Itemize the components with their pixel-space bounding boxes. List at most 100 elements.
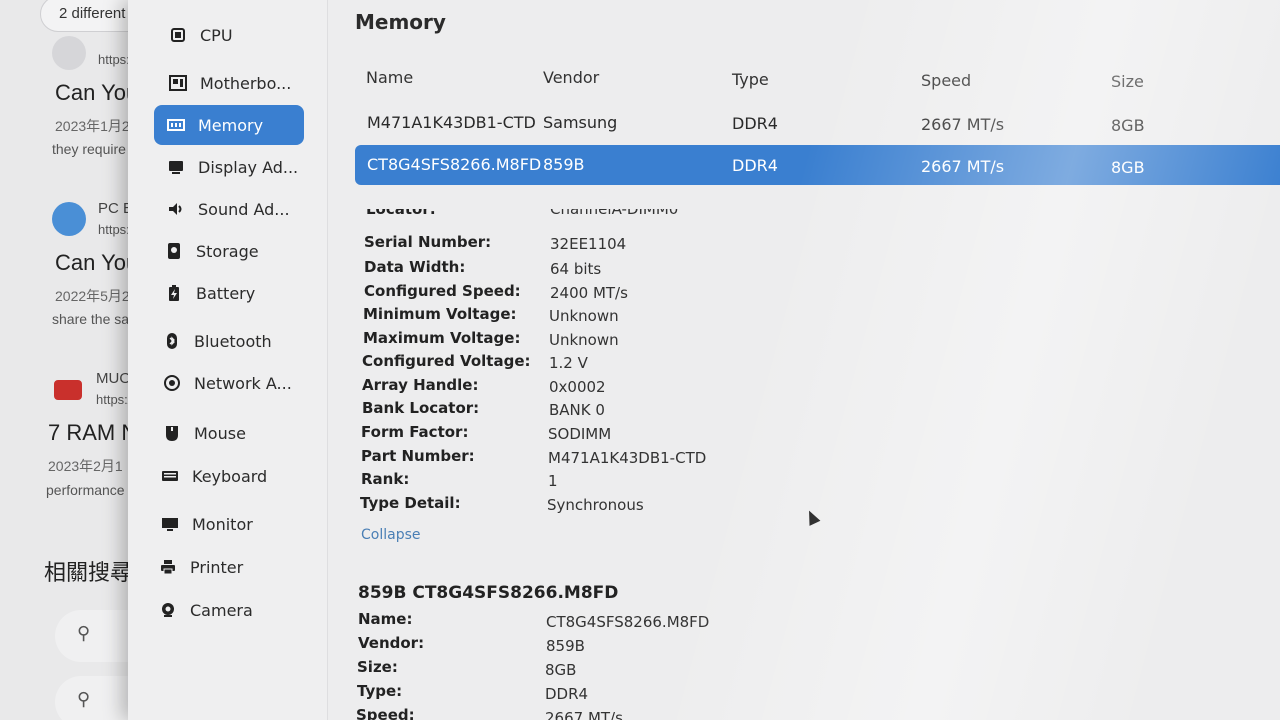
detail-value: 2667 MT/s: [545, 709, 623, 720]
sidebar-item-cpu[interactable]: CPU: [156, 15, 306, 55]
search-icon: ⚲: [77, 689, 91, 709]
detail-label: Maximum Voltage:: [363, 329, 521, 347]
speaker-icon: [166, 199, 186, 219]
detail-label: Bank Locator:: [362, 399, 480, 417]
sidebar-item-memory[interactable]: Memory: [154, 105, 304, 145]
detail-value: 1.2 V: [549, 354, 588, 372]
detail-label: Type Detail:: [360, 494, 461, 512]
cell-vendor: 859B: [543, 155, 585, 174]
sidebar-item-display-adapter[interactable]: Display Ad...: [154, 147, 304, 187]
result-title[interactable]: 7 RAM N: [48, 420, 137, 446]
detail-value: M471A1K43DB1-CTD: [548, 449, 707, 467]
sidebar: CPU Motherbo... Memory Display Ad... Sou…: [128, 0, 328, 720]
detail-label: Part Number:: [361, 447, 475, 465]
cell-name: M471A1K43DB1-CTD: [367, 113, 536, 132]
detail-value: 8GB: [545, 661, 577, 679]
sidebar-item-network-adapter[interactable]: Network A...: [150, 363, 300, 403]
sidebar-item-motherboard[interactable]: Motherbo...: [156, 63, 306, 103]
result-url[interactable]: https:/: [96, 392, 131, 407]
result-snippet: performance: [46, 482, 125, 498]
column-header-name[interactable]: Name: [366, 68, 413, 87]
cell-name: CT8G4SFS8266.M8FD: [367, 155, 542, 174]
table-row[interactable]: M471A1K43DB1-CTD Samsung DDR4 2667 MT/s …: [355, 103, 1280, 143]
collapse-link[interactable]: Collapse: [361, 527, 421, 543]
detail-value: Unknown: [549, 307, 619, 325]
column-header-type[interactable]: Type: [732, 70, 769, 89]
muo-logo-icon: [54, 380, 82, 400]
sidebar-item-label: Printer: [190, 557, 244, 577]
detail-value: 64 bits: [550, 260, 602, 278]
result-date: 2023年2月1: [48, 458, 123, 474]
sidebar-item-label: Bluetooth: [194, 331, 272, 351]
result-title[interactable]: Can You: [55, 250, 138, 276]
cell-type: DDR4: [732, 156, 778, 175]
detail-label: Locator:: [366, 209, 436, 218]
storage-icon: [164, 241, 184, 261]
detail-label: Configured Voltage:: [362, 352, 531, 370]
detail-row-locator: Locator: ChannelA-DIMM0: [366, 209, 766, 219]
cpu-icon: [168, 25, 188, 45]
detail-label: Size:: [357, 658, 398, 676]
detail-label: Speed:: [356, 706, 415, 720]
detail-label: Form Factor:: [361, 423, 469, 441]
detail-label: Minimum Voltage:: [363, 305, 517, 323]
bluetooth-icon: [162, 331, 182, 351]
result-date: 2022年5月2: [55, 288, 130, 304]
column-header-size[interactable]: Size: [1111, 72, 1144, 91]
cell-speed: 2667 MT/s: [921, 115, 1005, 134]
sidebar-item-keyboard[interactable]: Keyboard: [148, 456, 298, 496]
cell-size: 8GB: [1111, 158, 1145, 177]
sidebar-item-mouse[interactable]: Mouse: [150, 413, 300, 453]
detail-value: Synchronous: [547, 496, 644, 514]
result-title[interactable]: Can You: [55, 80, 138, 106]
sidebar-item-label: Battery: [196, 283, 256, 303]
sidebar-item-sound-adapter[interactable]: Sound Ad...: [154, 189, 304, 229]
module-title: 859B CT8G4SFS8266.M8FD: [358, 583, 619, 603]
detail-value: DDR4: [545, 685, 589, 703]
network-icon: [162, 373, 182, 393]
cell-size: 8GB: [1111, 116, 1145, 135]
cell-vendor: Samsung: [543, 113, 618, 132]
detail-label: Vendor:: [358, 634, 425, 652]
mouse-icon: [162, 423, 182, 443]
memory-icon: [166, 115, 186, 135]
column-header-vendor[interactable]: Vendor: [543, 68, 599, 87]
hardware-info-window: CPU Motherbo... Memory Display Ad... Sou…: [128, 0, 1280, 720]
column-header-speed[interactable]: Speed: [921, 71, 971, 90]
sidebar-item-label: Storage: [196, 241, 259, 261]
detail-label: Array Handle:: [362, 376, 479, 394]
motherboard-icon: [168, 73, 188, 93]
result-date: 2023年1月2: [55, 118, 130, 134]
detail-label: Rank:: [361, 470, 410, 488]
result-site: MUO: [96, 370, 131, 387]
related-searches-heading: 相關搜尋: [44, 560, 133, 585]
sidebar-item-label: Camera: [190, 600, 253, 620]
sidebar-item-camera[interactable]: Camera: [146, 590, 296, 630]
search-icon: ⚲: [77, 623, 91, 643]
detail-label: Configured Speed:: [364, 282, 521, 300]
detail-value: 32EE1104: [550, 235, 627, 253]
sidebar-item-label: Mouse: [194, 423, 246, 443]
sidebar-item-label: Network A...: [194, 373, 292, 393]
sidebar-item-storage[interactable]: Storage: [152, 231, 302, 271]
sidebar-item-printer[interactable]: Printer: [146, 547, 296, 587]
detail-value: 2400 MT/s: [550, 284, 628, 302]
keyboard-icon: [160, 466, 180, 486]
sidebar-item-label: Motherbo...: [200, 73, 292, 93]
detail-value: BANK 0: [549, 401, 605, 419]
sidebar-item-label: Sound Ad...: [198, 199, 290, 219]
sidebar-item-battery[interactable]: Battery: [152, 273, 302, 313]
sidebar-item-bluetooth[interactable]: Bluetooth: [150, 321, 300, 361]
globe-icon: [52, 202, 86, 236]
mouse-cursor-icon: [803, 508, 821, 526]
sidebar-item-monitor[interactable]: Monitor: [148, 504, 298, 544]
detail-value: Unknown: [549, 331, 619, 349]
detail-label: Type:: [357, 682, 403, 700]
camera-icon: [158, 600, 178, 620]
cell-type: DDR4: [732, 114, 778, 133]
sidebar-item-label: Display Ad...: [198, 157, 299, 177]
sidebar-item-label: CPU: [200, 25, 233, 45]
table-row-selected[interactable]: CT8G4SFS8266.M8FD 859B DDR4 2667 MT/s 8G…: [355, 145, 1280, 185]
detail-value: ChannelA-DIMM0: [550, 209, 679, 218]
memory-panel: Memory Name Vendor Type Speed Size M471A…: [328, 0, 1280, 720]
